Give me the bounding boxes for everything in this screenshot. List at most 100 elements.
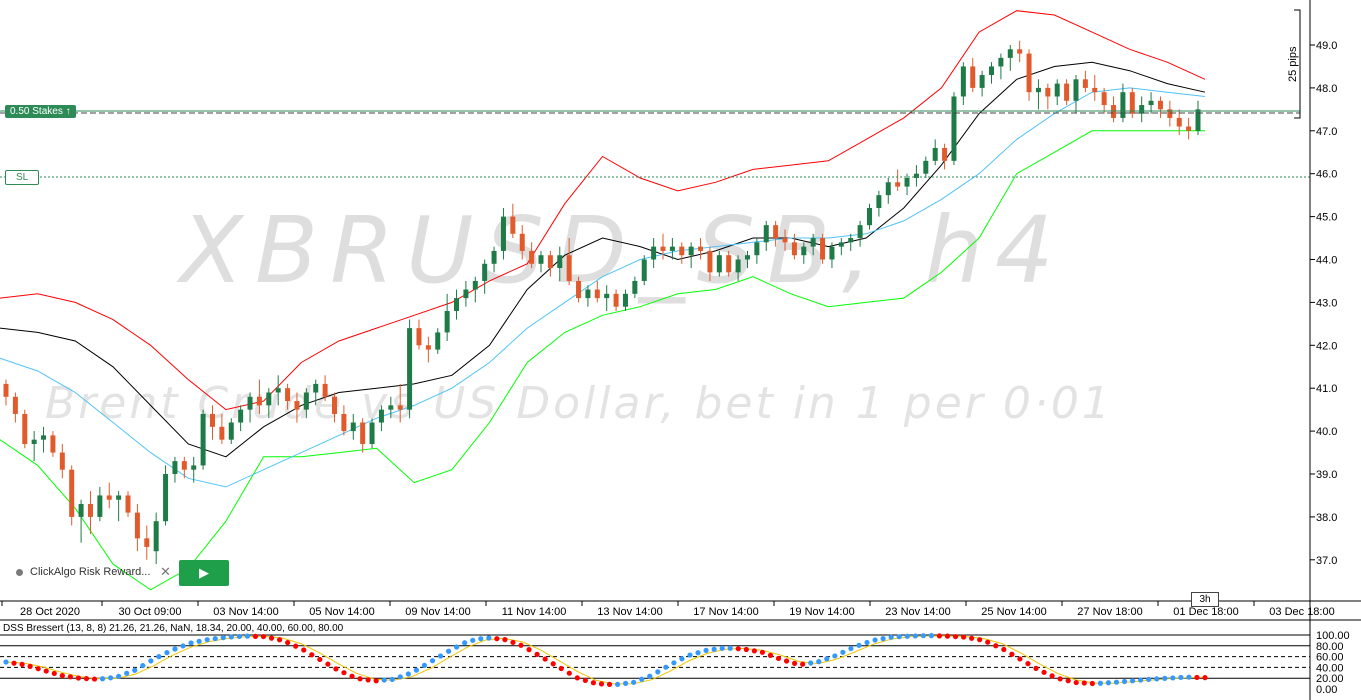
trading-chart[interactable]: XBRUSD_SB, h4 Brent Crude vs US Dollar, … xyxy=(0,0,1361,700)
candle-body xyxy=(191,465,197,470)
oscillator-dot xyxy=(735,646,741,652)
oscillator-dot xyxy=(936,633,943,639)
oscillator-dot xyxy=(534,651,540,657)
oscillator-dot xyxy=(655,669,661,675)
oscillator-dot xyxy=(864,639,870,646)
candle-body xyxy=(791,242,797,256)
oscillator-dot xyxy=(268,635,275,641)
oscillator-dot xyxy=(800,661,806,667)
oscillator-dot xyxy=(317,656,323,663)
candle-body xyxy=(247,396,253,410)
candle-body xyxy=(163,474,169,522)
price-tick-label: 44.0 xyxy=(1316,255,1337,267)
candle-body xyxy=(557,255,563,269)
candle-body xyxy=(1073,79,1079,101)
oscillator-dot xyxy=(478,636,484,642)
candle-body xyxy=(923,160,929,174)
oscillator-dot xyxy=(148,658,154,664)
oscillator-dot xyxy=(27,663,33,669)
candle-body xyxy=(1035,87,1041,93)
oscillator-dot xyxy=(783,658,790,664)
oscillator-dot xyxy=(1057,676,1063,682)
oscillator-dot xyxy=(51,670,57,677)
candle-body xyxy=(622,293,628,307)
candle-body xyxy=(726,255,732,273)
oscillator-dot xyxy=(623,680,629,687)
oscillator-dot xyxy=(132,667,138,673)
candle-body xyxy=(303,392,309,410)
candle-body xyxy=(219,426,225,440)
close-icon[interactable]: ✕ xyxy=(160,564,171,580)
price-tick-label: 47.0 xyxy=(1316,126,1337,138)
time-axis[interactable]: 28 Oct 2020 30 Oct 09:00 03 Nov 14:00 05 No… xyxy=(1,601,1335,618)
candle-body xyxy=(1054,83,1060,97)
price-tick-label: 49.0 xyxy=(1316,40,1337,52)
oscillator-dot xyxy=(679,656,685,662)
widget-label: ClickAlgo Risk Reward... xyxy=(30,566,151,578)
time-tick-label: 23 Nov 14:00 xyxy=(885,606,950,618)
oscillator-dot xyxy=(164,650,170,656)
time-tick-label: 09 Nov 14:00 xyxy=(405,606,470,618)
oscillator-dot xyxy=(1089,680,1095,687)
candle-body xyxy=(332,396,338,414)
candle-body xyxy=(341,413,347,432)
candle-body xyxy=(810,238,816,247)
time-tick-label: 19 Nov 14:00 xyxy=(789,606,854,618)
candle-body xyxy=(632,280,638,294)
candle-body xyxy=(454,298,460,311)
stop-loss-tag[interactable]: SL xyxy=(5,170,40,185)
oscillator-dot xyxy=(687,652,693,658)
candle-body xyxy=(369,422,375,444)
price-tick-label: 37.0 xyxy=(1316,555,1337,567)
candle-body xyxy=(1007,49,1013,58)
candle-body xyxy=(613,293,619,307)
candle-body xyxy=(651,246,657,260)
price-axis[interactable]: 37.0 38.0 39.0 40.0 41.0 42.0 43.0 44.0 45.0 46.0… xyxy=(1310,40,1337,567)
candle-body xyxy=(669,246,675,251)
time-tick-label: 11 Nov 14:00 xyxy=(502,606,567,618)
time-tick-label: 25 Nov 14:00 xyxy=(981,606,1046,618)
candle-body xyxy=(604,293,610,299)
oscillator-dot xyxy=(124,670,130,676)
candle-body xyxy=(134,512,140,539)
period-label: 3h xyxy=(1199,594,1211,605)
candle-body xyxy=(378,409,384,423)
oscillator-dot xyxy=(116,673,122,679)
candle-body xyxy=(1045,87,1051,97)
oscillator-dot xyxy=(1041,669,1047,675)
candle-body xyxy=(538,255,544,264)
candle-body xyxy=(735,259,741,273)
candle-body xyxy=(942,147,948,161)
candle-body xyxy=(1064,83,1070,101)
candle-body xyxy=(407,328,413,410)
candle-body xyxy=(106,495,112,500)
candle-body xyxy=(547,255,553,269)
candle-body xyxy=(594,289,600,299)
price-tick-label: 45.0 xyxy=(1316,212,1337,224)
candle-body xyxy=(998,57,1004,67)
price-tick-label: 39.0 xyxy=(1316,469,1337,481)
candle-body xyxy=(989,66,995,76)
oscillator-dot xyxy=(510,639,516,646)
oscillator-dot xyxy=(977,637,983,643)
oscillator-dot xyxy=(647,673,653,679)
candle-body xyxy=(209,413,215,427)
time-tick-label: 17 Nov 14:00 xyxy=(693,606,758,618)
candle-body xyxy=(228,422,234,440)
price-tick-label: 41.0 xyxy=(1316,383,1337,395)
stake-position-tag[interactable]: 0.50 Stakes ↑ xyxy=(5,105,76,118)
oscillator-dot xyxy=(1194,674,1200,681)
oscillator-dot xyxy=(99,676,106,682)
oscillator-dot xyxy=(767,652,774,658)
candle-body xyxy=(31,439,37,444)
candle-body xyxy=(566,255,572,281)
oscillator-dot xyxy=(421,662,428,669)
candle-body xyxy=(22,413,28,444)
time-tick-label: 03 Nov 14:00 xyxy=(213,606,278,618)
oscillator-dot xyxy=(993,643,999,649)
oscillator-dot xyxy=(904,633,910,639)
oscillator-dot xyxy=(606,681,613,687)
play-button[interactable]: ▶ xyxy=(179,560,229,586)
candle-body xyxy=(416,328,422,346)
oscillator-dot xyxy=(494,636,500,642)
